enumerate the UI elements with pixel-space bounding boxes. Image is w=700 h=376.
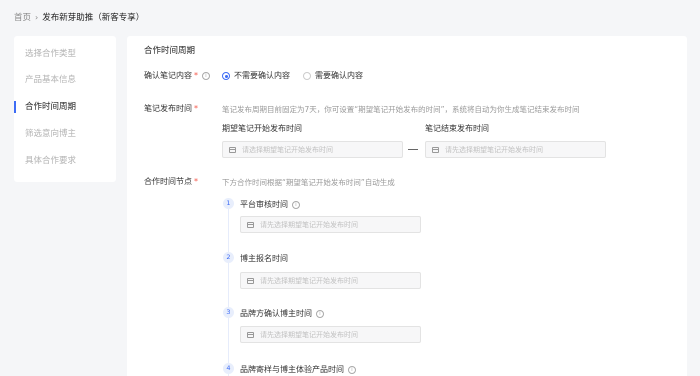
cooperation-nodes-label: 合作时间节点 * [144,176,198,187]
blogger-signup-time-field: 请先选择期望笔记开始发布时间 [240,272,421,289]
brand-confirm-time-field: 请先选择期望笔记开始发布时间 [240,326,421,343]
radio-no-confirm-label: 不需要确认内容 [234,71,290,80]
field-placeholder: 请先选择期望笔记开始发布时间 [260,276,358,285]
timeline-line [228,198,229,376]
field-placeholder: 请先选择期望笔记开始发布时间 [260,220,358,229]
required-mark: * [194,104,198,113]
info-icon[interactable]: i [348,365,356,374]
start-time-placeholder: 请选择期望笔记开始发布时间 [242,145,333,154]
breadcrumb-home-link[interactable]: 首页 [14,11,31,23]
end-time-label: 笔记结束发布时间 [425,124,489,133]
radio-unselected-icon [303,71,311,80]
radio-need-confirm[interactable]: 需要确认内容 [303,70,363,81]
sidebar-item-filter-bloggers[interactable]: 筛选意向博主 [14,126,116,142]
sidebar-item-cooperation-type[interactable]: 选择合作类型 [14,46,116,62]
sidebar-item-product-info[interactable]: 产品基本信息 [14,72,116,88]
info-icon[interactable]: i [316,309,324,318]
radio-need-confirm-label: 需要确认内容 [315,71,363,80]
sidebar-item-requirements[interactable]: 具体合作要求 [14,153,116,169]
platform-review-time-field: 请先选择期望笔记开始发布时间 [240,216,421,233]
step-number: 1 [223,198,234,209]
step-number: 4 [223,363,234,374]
info-icon[interactable]: i [292,200,300,209]
info-icon[interactable]: i [202,71,210,80]
start-time-picker[interactable]: 请选择期望笔记开始发布时间 [222,141,403,158]
required-mark: * [194,71,198,80]
breadcrumb-current: 发布新芽助推（新客专享） [42,13,145,23]
confirm-content-label: 确认笔记内容 * i [144,70,210,81]
publish-time-label: 笔记发布时间 * [144,103,198,114]
step-label-brand-confirm: 品牌方确认博主时间 i [240,308,324,319]
calendar-icon [247,277,254,284]
calendar-icon [229,146,236,153]
step-number: 3 [223,307,234,318]
step-label-text: 品牌方确认博主时间 [240,309,312,318]
section-title: 合作时间周期 [144,46,196,56]
step-number: 2 [223,252,234,263]
step-label-text: 平台审核时间 [240,200,288,209]
range-separator [408,149,418,150]
radio-selected-icon [222,71,230,80]
chevron-right-icon: › [35,12,39,22]
publish-time-label-text: 笔记发布时间 [144,104,192,113]
step-label-sample-trial: 品牌寄样与博主体验产品时间 i [240,364,356,375]
sidebar-item-time-period[interactable]: 合作时间周期 [14,99,116,115]
step-label-blogger-signup: 博主报名时间 [240,253,288,264]
calendar-icon [432,146,439,153]
breadcrumb: 首页 › 发布新芽助推（新客专享） [14,11,145,24]
calendar-icon [247,331,254,338]
publish-time-hint: 笔记发布周期目前固定为7天，你可设置“期望笔记开始发布的时间”，系统将自动为你生… [222,105,580,114]
step-label-text: 品牌寄样与博主体验产品时间 [240,365,344,374]
end-time-placeholder: 请先选择期望笔记开始发布时间 [445,145,543,154]
step-label-platform-review: 平台审核时间 i [240,199,300,210]
step-label-text: 博主报名时间 [240,254,288,263]
end-time-picker[interactable]: 请先选择期望笔记开始发布时间 [425,141,606,158]
calendar-icon [247,221,254,228]
sidebar: 选择合作类型 产品基本信息 合作时间周期 筛选意向博主 具体合作要求 [14,36,116,182]
confirm-content-label-text: 确认笔记内容 [144,71,192,80]
required-mark: * [194,177,198,186]
main-form-panel: 合作时间周期 确认笔记内容 * i 不需要确认内容 需要确认内容 笔记发布时间 * 笔… [127,36,687,376]
start-time-label: 期望笔记开始发布时间 [222,124,302,133]
cooperation-nodes-hint: 下方合作时间根据“期望笔记开始发布时间”自动生成 [222,178,395,187]
cooperation-nodes-label-text: 合作时间节点 [144,177,192,186]
radio-no-confirm[interactable]: 不需要确认内容 [222,70,290,81]
field-placeholder: 请先选择期望笔记开始发布时间 [260,330,358,339]
